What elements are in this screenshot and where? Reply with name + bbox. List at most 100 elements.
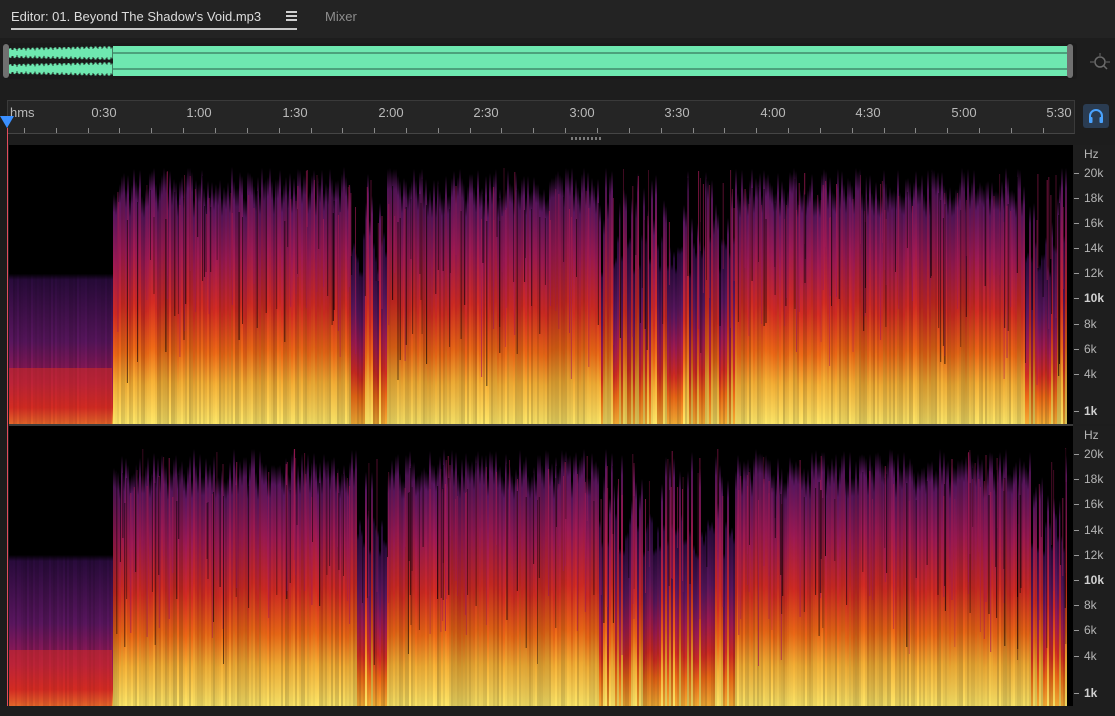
ruler-label: 1:30 — [282, 105, 308, 120]
hz-tick — [1074, 374, 1079, 375]
ruler-tick — [915, 128, 916, 133]
ruler-tick — [88, 128, 89, 133]
hz-tick — [1074, 605, 1079, 606]
playhead-line — [7, 128, 8, 706]
hz-tick — [1074, 248, 1079, 249]
tab-mixer[interactable]: Mixer — [325, 9, 357, 24]
ruler-label: 3:00 — [569, 105, 595, 120]
spectrogram-channel-2[interactable] — [9, 426, 1073, 706]
ruler-tick — [1043, 128, 1044, 133]
spectrogram-channel-1[interactable] — [9, 145, 1073, 424]
hz-unit-label: Hz — [1084, 428, 1099, 442]
hz-tick — [1074, 223, 1079, 224]
ruler-tick — [597, 128, 598, 133]
hz-tick — [1074, 630, 1079, 631]
hz-label: 18k — [1084, 472, 1104, 486]
ruler-tick — [629, 128, 630, 133]
ruler-tick — [501, 128, 502, 133]
zoom-navigator-icon[interactable] — [1089, 52, 1111, 74]
hz-tick — [1074, 298, 1079, 299]
hz-tick — [1074, 693, 1079, 694]
resize-grip[interactable] — [571, 137, 603, 140]
hz-label: 14k — [1084, 523, 1104, 537]
ruler-tick — [215, 128, 216, 133]
frequency-scale-channel-1: Hz 20k 18k 16k 14k 12k 10k 8k 6k 4k 1k — [1073, 145, 1115, 424]
ruler-label: 4:00 — [760, 105, 786, 120]
ruler-tick — [565, 128, 566, 133]
hamburger-menu-icon[interactable] — [286, 11, 297, 21]
active-tab-indicator — [11, 28, 297, 30]
ruler-tick — [24, 128, 25, 133]
hz-label: 4k — [1084, 649, 1097, 663]
ruler-tick — [438, 128, 439, 133]
ruler-tick — [311, 128, 312, 133]
frequency-scale-channel-2: Hz 20k 18k 16k 14k 12k 10k 8k 6k 4k 1k — [1073, 426, 1115, 706]
hz-label: 6k — [1084, 623, 1097, 637]
ruler-tick — [247, 128, 248, 133]
hz-tick — [1074, 530, 1079, 531]
hz-label: 20k — [1084, 166, 1104, 180]
ruler-label: 1:00 — [186, 105, 212, 120]
overview-navigator[interactable] — [3, 43, 1077, 79]
hz-tick — [1074, 324, 1079, 325]
hz-label: 16k — [1084, 497, 1104, 511]
ruler-tick — [151, 128, 152, 133]
hz-unit-label: Hz — [1084, 147, 1099, 161]
overview-left-handle[interactable] — [3, 44, 9, 78]
ruler-label: 5:00 — [951, 105, 977, 120]
ruler-tick — [693, 128, 694, 133]
hz-tick — [1074, 504, 1079, 505]
headphones-icon[interactable] — [1083, 104, 1109, 128]
hz-tick — [1074, 555, 1079, 556]
ruler-tick — [884, 128, 885, 133]
ruler-tick — [724, 128, 725, 133]
panel-tab-bar: Editor: 01. Beyond The Shadow's Void.mp3… — [0, 0, 1115, 38]
hz-label: 18k — [1084, 191, 1104, 205]
ruler-label: 4:30 — [855, 105, 881, 120]
hz-label: 8k — [1084, 317, 1097, 331]
hz-label: 6k — [1084, 342, 1097, 356]
ruler-tick — [820, 128, 821, 133]
ruler-tick — [661, 128, 662, 133]
hz-tick — [1074, 349, 1079, 350]
hz-label: 20k — [1084, 447, 1104, 461]
hz-tick — [1074, 580, 1079, 581]
ruler-label: 5:30 — [1046, 105, 1072, 120]
hz-label: 4k — [1084, 367, 1097, 381]
ruler-label: 3:30 — [664, 105, 690, 120]
hz-tick — [1074, 656, 1079, 657]
overview-waveform-intro — [8, 46, 113, 76]
overview-waveform — [8, 46, 1068, 76]
ruler-tick — [756, 128, 757, 133]
ruler-tick — [56, 128, 57, 133]
hz-label: 12k — [1084, 548, 1104, 562]
hz-label: 12k — [1084, 266, 1104, 280]
hz-tick — [1074, 479, 1079, 480]
hz-label: 8k — [1084, 598, 1097, 612]
ruler-label: 2:00 — [378, 105, 404, 120]
playhead-marker[interactable] — [0, 116, 14, 128]
hz-label: 16k — [1084, 216, 1104, 230]
hz-label: 1k — [1084, 686, 1098, 700]
tab-editor[interactable]: Editor: 01. Beyond The Shadow's Void.mp3 — [11, 9, 261, 24]
time-ruler[interactable]: hms 0:30 1:00 1:30 2:00 2:30 3:00 3:30 4:00 4:30… — [7, 100, 1075, 134]
hz-label: 14k — [1084, 241, 1104, 255]
overview-right-handle[interactable] — [1067, 44, 1073, 78]
ruler-tick — [279, 128, 280, 133]
bottom-bar — [0, 706, 1115, 716]
ruler-tick — [979, 128, 980, 133]
hz-tick — [1074, 273, 1079, 274]
overview-waveform-body — [113, 46, 1068, 76]
ruler-tick — [374, 128, 375, 133]
ruler-tick — [852, 128, 853, 133]
ruler-tick — [406, 128, 407, 133]
hz-tick — [1074, 173, 1079, 174]
ruler-tick — [947, 128, 948, 133]
hz-label: 10k — [1084, 573, 1105, 587]
hz-tick — [1074, 411, 1079, 412]
ruler-tick — [788, 128, 789, 133]
ruler-tick — [342, 128, 343, 133]
ruler-tick — [533, 128, 534, 133]
ruler-label: 0:30 — [91, 105, 117, 120]
ruler-label: 2:30 — [473, 105, 499, 120]
